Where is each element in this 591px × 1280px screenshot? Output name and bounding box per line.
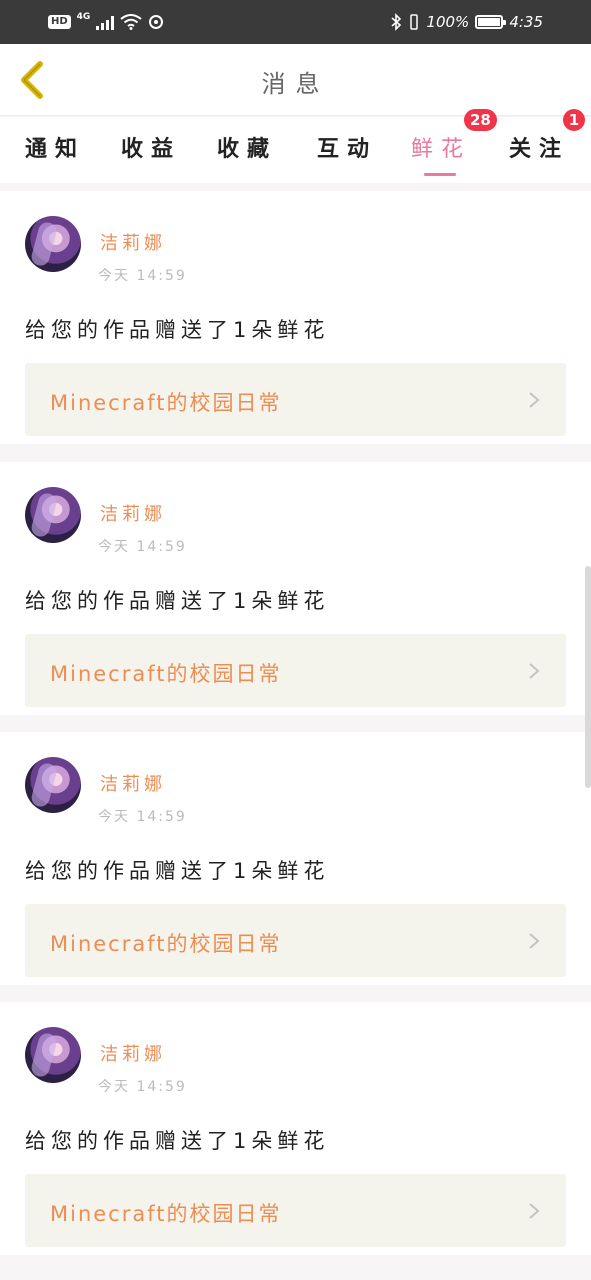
message-card: 洁莉娜 今天 14:59 给您的作品赠送了1朵鲜花 Minecraft的校园日常 bbox=[0, 462, 591, 715]
tab-flowers[interactable]: 鲜花 bbox=[411, 131, 471, 163]
tab-favorites[interactable]: 收藏 bbox=[217, 131, 277, 163]
bluetooth-icon bbox=[391, 13, 402, 31]
active-tab-indicator bbox=[424, 173, 456, 176]
message-text: 给您的作品赠送了1朵鲜花 bbox=[25, 1129, 330, 1153]
battery-percent: 100% bbox=[426, 13, 470, 31]
work-title: Minecraft的校园日常 bbox=[50, 662, 282, 686]
chevron-right-icon bbox=[529, 1203, 540, 1219]
work-link[interactable]: Minecraft的校园日常 bbox=[25, 1174, 566, 1247]
work-title: Minecraft的校园日常 bbox=[50, 1202, 282, 1226]
status-right: 100% 4:35 bbox=[390, 12, 543, 32]
status-left: HD 4G bbox=[48, 12, 164, 32]
signal-icon bbox=[96, 15, 115, 30]
chevron-right-icon bbox=[529, 933, 540, 949]
work-title: Minecraft的校园日常 bbox=[50, 391, 282, 415]
page-title: 消息 bbox=[261, 70, 330, 98]
avatar[interactable] bbox=[25, 216, 81, 272]
battery-icon bbox=[475, 15, 507, 29]
work-title: Minecraft的校园日常 bbox=[50, 932, 282, 956]
sender-name[interactable]: 洁莉娜 bbox=[100, 229, 166, 255]
message-card: 洁莉娜 今天 14:59 给您的作品赠送了1朵鲜花 Minecraft的校园日常 bbox=[0, 732, 591, 985]
tab-following[interactable]: 关注 bbox=[509, 131, 569, 163]
message-card: 洁莉娜 今天 14:59 给您的作品赠送了1朵鲜花 Minecraft的校园日常 bbox=[0, 1002, 591, 1255]
message-text: 给您的作品赠送了1朵鲜花 bbox=[25, 589, 330, 613]
chevron-right-icon bbox=[529, 392, 540, 408]
nav-header: 消息 bbox=[0, 44, 591, 116]
status-bar: HD 4G 100% 4:35 bbox=[0, 0, 591, 44]
sender-name[interactable]: 洁莉娜 bbox=[100, 770, 166, 796]
message-text: 给您的作品赠送了1朵鲜花 bbox=[25, 859, 330, 883]
chevron-right-icon bbox=[529, 663, 540, 679]
sender-name[interactable]: 洁莉娜 bbox=[100, 500, 166, 526]
work-link[interactable]: Minecraft的校园日常 bbox=[25, 634, 566, 707]
clock: 4:35 bbox=[509, 13, 543, 31]
message-time: 今天 14:59 bbox=[98, 268, 187, 284]
hd-badge: HD bbox=[48, 15, 71, 29]
message-time: 今天 14:59 bbox=[98, 1079, 187, 1095]
tab-notifications[interactable]: 通知 bbox=[25, 131, 85, 163]
avatar[interactable] bbox=[25, 487, 81, 543]
tab-bar: 通知 收益 收藏 互动 鲜花 关注 28 1 bbox=[0, 109, 591, 183]
scrollbar[interactable] bbox=[585, 566, 591, 788]
following-badge: 1 bbox=[563, 109, 585, 131]
work-link[interactable]: Minecraft的校园日常 bbox=[25, 363, 566, 436]
message-text: 给您的作品赠送了1朵鲜花 bbox=[25, 318, 330, 342]
work-link[interactable]: Minecraft的校园日常 bbox=[25, 904, 566, 977]
sender-name[interactable]: 洁莉娜 bbox=[100, 1040, 166, 1066]
tab-earnings[interactable]: 收益 bbox=[121, 131, 181, 163]
avatar[interactable] bbox=[25, 1027, 81, 1083]
message-time: 今天 14:59 bbox=[98, 539, 187, 555]
message-time: 今天 14:59 bbox=[98, 809, 187, 825]
flowers-badge: 28 bbox=[464, 109, 497, 131]
vibrate-icon bbox=[410, 14, 419, 30]
avatar[interactable] bbox=[25, 757, 81, 813]
network-type: 4G bbox=[76, 12, 91, 22]
sync-icon bbox=[149, 15, 164, 29]
message-card: 洁莉娜 今天 14:59 给您的作品赠送了1朵鲜花 Minecraft的校园日常 bbox=[0, 191, 591, 444]
wifi-icon bbox=[120, 14, 142, 30]
tab-interactions[interactable]: 互动 bbox=[317, 131, 377, 163]
